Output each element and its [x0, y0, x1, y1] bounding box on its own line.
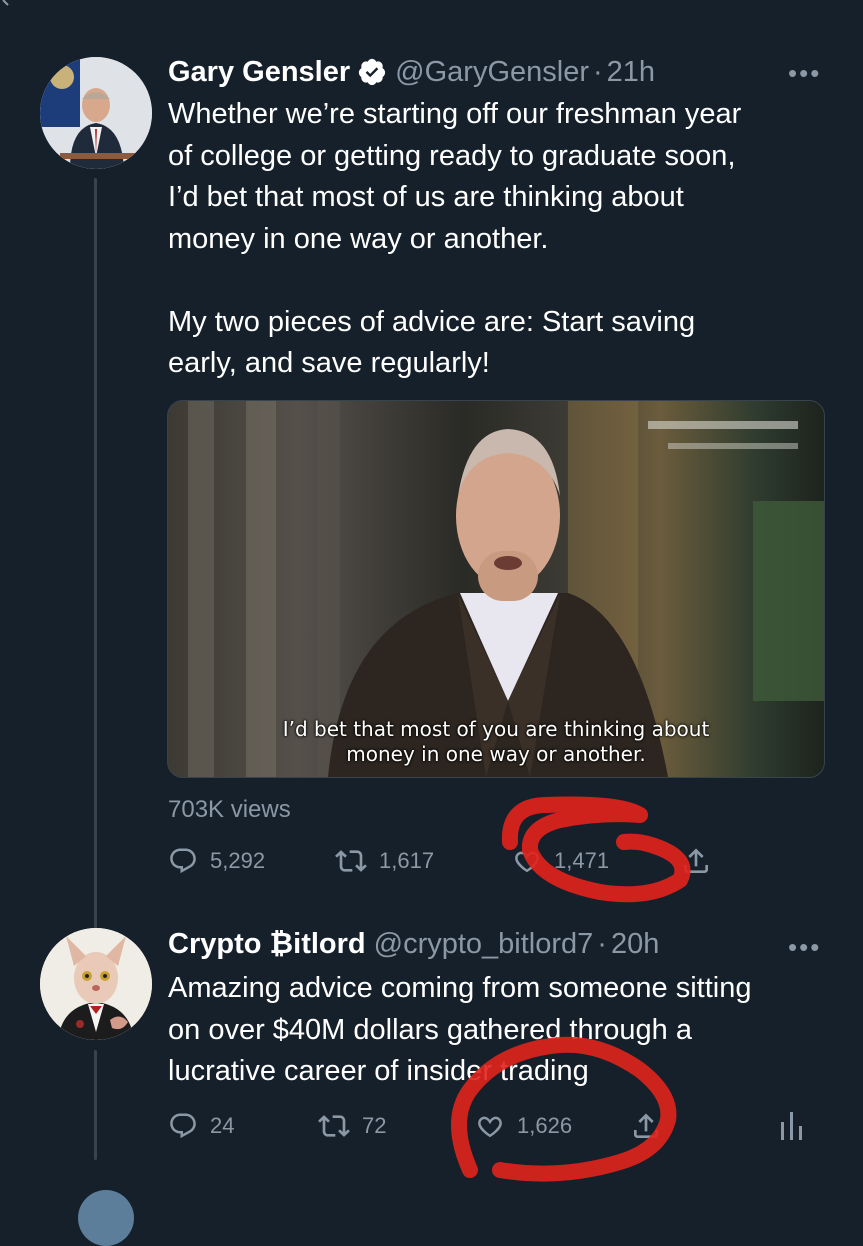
tweet1-video[interactable]: I’d bet that most of you are thinking ab…	[167, 400, 825, 778]
like-count: 1,471	[554, 848, 610, 873]
tweet2-header: Crypto ₿itlord @crypto_bitlord7 · 20h	[168, 926, 659, 962]
gensler-avatar[interactable]	[40, 57, 152, 169]
tweet2-separator: ·	[597, 927, 607, 960]
next-tweet-avatar[interactable]	[78, 1190, 134, 1246]
like-icon	[515, 851, 539, 873]
share-icon	[634, 1113, 658, 1138]
tweet1-text: Whether we’re starting off our freshman …	[168, 94, 741, 385]
tweet1-separator: ·	[592, 55, 603, 88]
tweet1-text-line	[168, 260, 741, 302]
tweet1-text-line: of college or getting ready to graduate …	[168, 139, 736, 172]
tweet1-text-line: money in one way or another.	[168, 222, 549, 255]
tweet2-timestamp[interactable]: 20h	[611, 928, 659, 961]
share-icon	[684, 848, 708, 873]
tweet1-views: 703K views	[168, 796, 291, 823]
like-count: 1,626	[517, 1113, 573, 1138]
analytics-icon	[781, 1112, 802, 1140]
tweet1-text-line: My two pieces of advice are: Start savin…	[168, 305, 696, 338]
analytics-button[interactable]	[778, 1110, 818, 1142]
video-caption-line: money in one way or another.	[346, 742, 646, 766]
share-button[interactable]	[680, 845, 724, 877]
like-icon	[478, 1116, 502, 1138]
more-icon[interactable]: •••	[788, 58, 821, 89]
tweet1-author-name[interactable]: Gary Gensler	[168, 56, 350, 89]
verified-badge-icon	[359, 58, 386, 86]
tweet1-timestamp[interactable]: 21h	[607, 56, 655, 89]
reply-icon	[170, 848, 196, 874]
tweet1-text-line: Whether we’re starting off our freshman …	[168, 98, 742, 130]
more-icon[interactable]: •••	[788, 932, 821, 963]
retweet-button[interactable]: 72	[318, 1110, 386, 1142]
tweet2-text-line: Amazing advice coming from someone sitti…	[168, 972, 752, 1004]
like-button[interactable]: 1,471	[512, 845, 609, 877]
tweet2-text-line: on over $40M dollars gathered through a	[168, 1013, 692, 1046]
tweet1-text-line: early, and save regularly!	[168, 347, 490, 379]
retweet-count: 1,617	[379, 848, 435, 873]
thread-line	[94, 178, 97, 930]
share-button[interactable]	[630, 1110, 674, 1142]
back-chevron-icon[interactable]	[0, 0, 16, 10]
video-caption-line: I’d bet that most of you are thinking ab…	[282, 717, 710, 741]
tweet2-handle[interactable]: @crypto_bitlord7	[374, 928, 594, 961]
tweet1-handle[interactable]: @GaryGensler	[395, 56, 589, 89]
thread-line	[94, 1050, 97, 1160]
reply-count: 24	[210, 1113, 235, 1138]
tweet1-text-line: I’d bet that most of us are thinking abo…	[168, 181, 684, 213]
reply-icon	[170, 1113, 196, 1139]
retweet-icon	[318, 1115, 350, 1137]
retweet-count: 72	[362, 1113, 387, 1138]
tweet2-author-name[interactable]: Crypto ₿itlord	[168, 928, 366, 961]
like-button[interactable]: 1,626	[475, 1110, 572, 1142]
video-caption: I’d bet that most of you are thinking ab…	[168, 717, 824, 767]
retweet-button[interactable]: 1,617	[335, 845, 434, 877]
tweet2-text: Amazing advice coming from someone sitti…	[168, 968, 751, 1093]
retweet-icon	[335, 850, 367, 872]
reply-button[interactable]: 5,292	[168, 845, 265, 877]
tweet2-text-line: lucrative career of insider trading	[168, 1055, 589, 1087]
bitlord-avatar[interactable]	[40, 928, 152, 1040]
reply-count: 5,292	[210, 848, 266, 873]
tweet1-header: Gary Gensler @GaryGensler · 21h	[168, 54, 655, 90]
reply-button[interactable]: 24	[168, 1110, 234, 1142]
